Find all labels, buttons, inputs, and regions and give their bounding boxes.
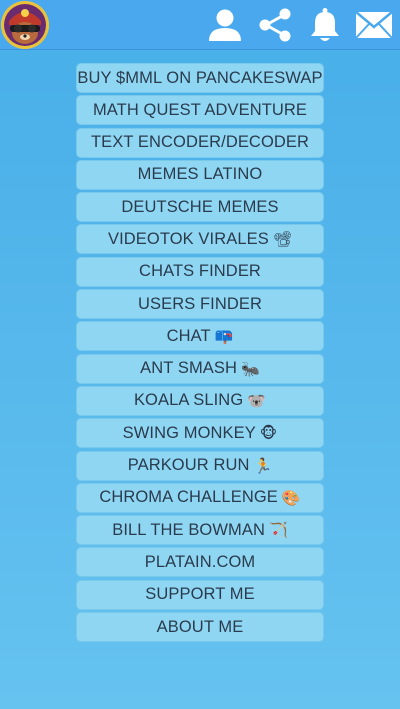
menu-item-label: CHATS FINDER bbox=[139, 262, 261, 281]
menu-item-label: PLATAIN.COM bbox=[144, 552, 256, 571]
bell-icon[interactable] bbox=[306, 6, 344, 44]
menu-item-label: KOALA SLING bbox=[133, 391, 244, 410]
film-projector-icon: 📽 bbox=[272, 230, 292, 249]
bow-arrow-icon: 🏹 bbox=[269, 521, 288, 540]
share-icon[interactable] bbox=[256, 6, 294, 44]
menu-item-bill-the-bowman[interactable]: BILL THE BOWMAN 🏹 bbox=[76, 515, 324, 546]
menu-item-support-me[interactable]: SUPPORT ME bbox=[76, 579, 324, 610]
menu-item-label: BUY $MML ON PANCAKESWAP bbox=[77, 68, 323, 87]
menu-item-label: DEUTSCHE MEMES bbox=[121, 197, 279, 216]
menu-item-label: BILL THE BOWMAN bbox=[112, 520, 265, 539]
menu-item-parkour-run[interactable]: PARKOUR RUN 🏃 bbox=[76, 450, 324, 481]
menu-item-math-quest[interactable]: MATH QUEST ADVENTURE bbox=[76, 95, 324, 126]
menu-item-chats-finder[interactable]: CHATS FINDER bbox=[76, 256, 324, 287]
menu-item-label: USERS FINDER bbox=[137, 294, 263, 313]
menu-item-label: ANT SMASH bbox=[140, 359, 238, 378]
menu-item-koala-sling[interactable]: KOALA SLING 🐨 bbox=[76, 385, 324, 416]
menu-item-label: PARKOUR RUN bbox=[127, 456, 250, 475]
menu-item-platain[interactable]: PLATAIN.COM bbox=[76, 547, 324, 578]
monkey-icon: 🐵 bbox=[259, 424, 278, 443]
main-menu: BUY $MML ON PANCAKESWAP MATH QUEST ADVEN… bbox=[76, 63, 324, 644]
menu-item-ant-smash[interactable]: ANT SMASH 🐜 bbox=[76, 353, 324, 384]
koala-icon: 🐨 bbox=[247, 391, 267, 410]
menu-item-label: CHAT bbox=[166, 326, 211, 345]
menu-item-deutsche-memes[interactable]: DEUTSCHE MEMES bbox=[76, 192, 324, 223]
menu-item-buy-mml[interactable]: BUY $MML ON PANCAKESWAP bbox=[76, 63, 324, 93]
palette-icon: 🎨 bbox=[281, 488, 301, 507]
menu-item-label: MEMES LATINO bbox=[137, 165, 263, 184]
menu-item-swing-monkey[interactable]: SWING MONKEY 🐵 bbox=[76, 418, 324, 449]
menu-item-label: SWING MONKEY bbox=[122, 423, 256, 442]
avatar-image bbox=[1, 1, 49, 49]
menu-item-users-finder[interactable]: USERS FINDER bbox=[76, 289, 324, 320]
menu-item-label: MATH QUEST ADVENTURE bbox=[92, 100, 308, 119]
menu-item-label: SUPPORT ME bbox=[145, 585, 255, 604]
menu-item-label: TEXT ENCODER/DECODER bbox=[90, 133, 310, 152]
menu-item-label: ABOUT ME bbox=[156, 617, 244, 636]
top-bar bbox=[0, 0, 400, 50]
mail-icon[interactable] bbox=[354, 6, 394, 44]
menu-item-text-encoder[interactable]: TEXT ENCODER/DECODER bbox=[76, 127, 324, 158]
menu-item-videotok[interactable]: VIDEOTOK VIRALES 📽 bbox=[76, 224, 324, 255]
profile-avatar[interactable] bbox=[1, 1, 49, 49]
menu-item-label: CHROMA CHALLENGE bbox=[99, 488, 278, 507]
ant-icon: 🐜 bbox=[241, 359, 260, 378]
menu-item-chroma-challenge[interactable]: CHROMA CHALLENGE 🎨 bbox=[76, 482, 324, 513]
menu-item-chat[interactable]: CHAT 📪 bbox=[76, 321, 324, 352]
user-icon[interactable] bbox=[206, 6, 244, 44]
menu-item-label: VIDEOTOK VIRALES bbox=[107, 229, 269, 248]
menu-item-about-me[interactable]: ABOUT ME bbox=[76, 612, 324, 643]
runner-icon: 🏃 bbox=[253, 456, 273, 475]
mailbox-icon: 📪 bbox=[214, 327, 234, 346]
menu-item-memes-latino[interactable]: MEMES LATINO bbox=[76, 159, 324, 190]
